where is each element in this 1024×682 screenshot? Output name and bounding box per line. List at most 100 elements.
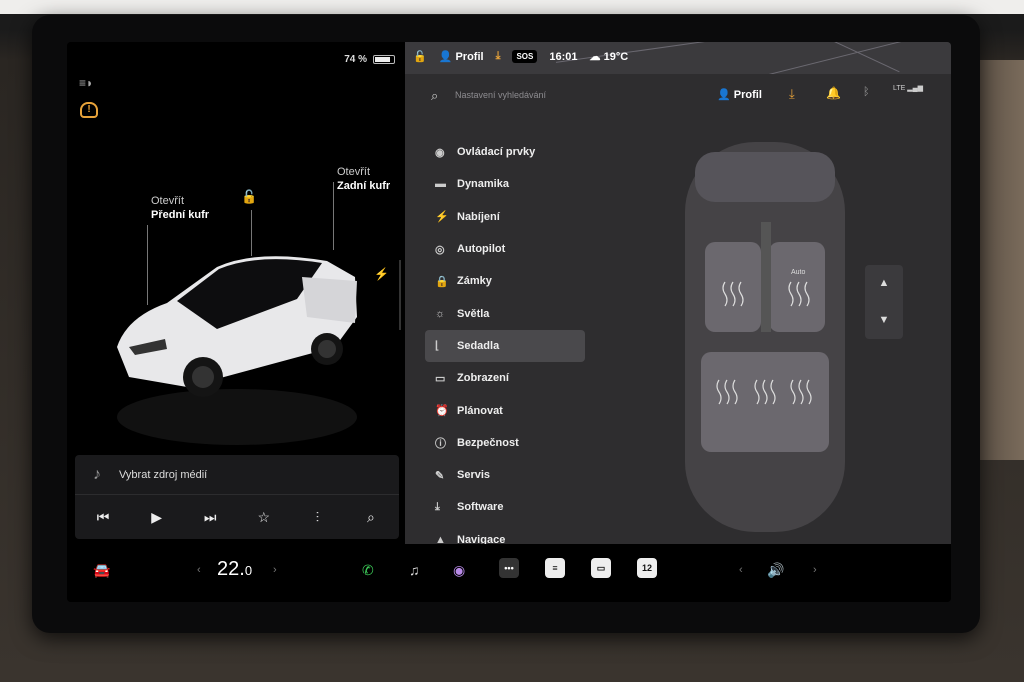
cabin-temperature[interactable]: 22.0 [217, 558, 252, 581]
battery-icon [373, 55, 395, 64]
settings-menu-label: Sedadla [457, 339, 500, 352]
settings-menu-item-wrench[interactable]: ✎ Servis [425, 459, 585, 491]
toggle-icon: ◉ [435, 146, 445, 159]
alarm-icon: ⏰ [435, 405, 449, 418]
notification-bell-icon[interactable]: 🔔 [826, 86, 841, 100]
download-icon[interactable]: ⤓ [789, 86, 795, 102]
settings-menu-label: Zámky [457, 275, 492, 288]
settings-menu-item-display[interactable]: ▭ Zobrazení [425, 362, 585, 394]
display-icon: ▭ [435, 372, 446, 385]
media-controls: ⏮ ▶ ⏭ ☆ ⫶ ⌕ [75, 495, 399, 539]
dashboard-wood-trim [974, 60, 1024, 460]
previous-track-icon[interactable]: ⏮ [91, 509, 115, 526]
frunk-action: Otevřít [151, 195, 185, 207]
settings-menu-item-sun[interactable]: ☼ Světla [425, 297, 585, 329]
sos-button[interactable]: SOS [512, 50, 538, 63]
volume-icon[interactable]: 🔊 [767, 562, 784, 579]
settings-menu-label: Servis [457, 469, 491, 482]
settings-menu-item-lock[interactable]: 🔒 Zámky [425, 265, 585, 297]
battery-percent: 74 % [344, 54, 367, 65]
settings-menu-item-steering-wheel[interactable]: ◎ Autopilot [425, 233, 585, 265]
bluetooth-icon[interactable]: ᛒ [863, 86, 870, 98]
search-icon[interactable]: ⌕ [431, 88, 438, 104]
battery-indicator: 74 % [344, 54, 395, 65]
map-road [708, 42, 942, 74]
settings-menu-label: Ovládací prvky [457, 146, 536, 159]
settings-menu-label: Software [457, 501, 504, 514]
favorite-star-icon[interactable]: ☆ [252, 509, 276, 526]
map-status-strip: 🔓 👤 Profil ⤓ SOS 16:01 ☁ 19°C [405, 42, 951, 74]
camera-icon[interactable]: ◉ [453, 562, 465, 579]
car-status-pane: 74 % ≡◗ ! Otevřít Přední kufr Otevřít Za… [67, 42, 405, 544]
settings-search-input[interactable]: Nastavení vyhledávání [455, 90, 546, 100]
volume-up-chevron-icon[interactable]: › [813, 564, 817, 576]
settings-menu-item-bolt[interactable]: ⚡ Nabíjení [425, 201, 585, 233]
settings-menu-item-toggle[interactable]: ◉ Ovládací prvky [425, 136, 585, 168]
unlock-icon[interactable]: 🔓 [241, 189, 257, 205]
profile-button[interactable]: 👤 Profil [717, 88, 762, 101]
steering-wheel-icon: ◎ [435, 243, 445, 256]
settings-menu-item-alarm[interactable]: ⏰ Plánovat [425, 394, 585, 426]
sun-icon: ☼ [435, 307, 446, 320]
weather-temp: 19°C [603, 51, 629, 63]
settings-menu-item-car[interactable]: ▬ Dynamika [425, 168, 585, 200]
settings-menu-item-download[interactable]: ⤓ Software [425, 491, 585, 523]
profile-status[interactable]: 👤 Profil [439, 50, 484, 63]
frunk-callout[interactable]: Otevřít Přední kufr [151, 194, 209, 222]
profile-status-label: Profil [455, 51, 484, 63]
touchscreen: 74 % ≡◗ ! Otevřít Přední kufr Otevřít Za… [67, 42, 951, 602]
settings-menu: ◉ Ovládací prvky ▬ Dynamika ⚡ Nabíjení ◎ Autopi… [425, 136, 585, 556]
chevron-up-icon[interactable]: ▲ [865, 265, 903, 302]
seat-auto-label[interactable]: Auto [791, 269, 806, 276]
lock-icon: 🔒 [435, 275, 449, 288]
settings-menu-label: Bezpečnost [457, 436, 519, 449]
calendar-icon[interactable]: 12 [637, 558, 657, 578]
calendar-day: 12 [641, 563, 652, 573]
settings-menu-item-seat[interactable]: ⌊ Sedadla [425, 329, 585, 363]
alert-icon: ⓘ [435, 437, 446, 450]
clock: 16:01 [549, 50, 578, 63]
profile-label: Profil [733, 89, 762, 101]
seat-scroll-arrows: ▲ ▼ [865, 265, 903, 339]
seat-heater-car-view: Auto [685, 142, 845, 532]
bolt-icon: ⚡ [435, 211, 449, 224]
media-search-icon[interactable]: ⌕ [359, 509, 383, 526]
temp-up-chevron-icon[interactable]: › [273, 564, 277, 576]
map-road [790, 42, 900, 73]
weather: ☁ 19°C [589, 51, 629, 63]
media-source-row[interactable]: ♪ Vybrat zdroj médií [75, 455, 399, 495]
frunk-label: Přední kufr [151, 209, 210, 221]
volume-down-chevron-icon[interactable]: ‹ [739, 564, 743, 576]
trunk-label: Zadní kufr [337, 180, 391, 192]
download-status-icon[interactable]: ⤓ [496, 50, 501, 63]
equalizer-icon[interactable]: ⫶ [305, 509, 329, 526]
documents-icon[interactable]: ▭ [591, 558, 611, 578]
chevron-down-icon[interactable]: ▼ [865, 302, 903, 339]
settings-pane: 🔓 👤 Profil ⤓ SOS 16:01 ☁ 19°C ⌕ Nastaven… [405, 42, 951, 546]
next-track-icon[interactable]: ⏭ [198, 509, 222, 526]
battery-fill [375, 57, 390, 62]
lock-status-icon[interactable]: 🔓 [413, 50, 427, 63]
play-icon[interactable]: ▶ [145, 509, 169, 526]
settings-menu-item-alert[interactable]: ⓘ Bezpečnost [425, 427, 585, 459]
seat-icon: ⌊ [435, 340, 440, 353]
charge-port-icon[interactable]: ⚡ [374, 267, 389, 281]
media-player: ♪ Vybrat zdroj médií ⏮ ▶ ⏭ ☆ ⫶ ⌕ [75, 455, 399, 539]
temp-down-chevron-icon[interactable]: ‹ [197, 564, 201, 576]
car-icon[interactable]: 🚘 [93, 562, 110, 579]
settings-menu-label: Plánovat [457, 404, 503, 417]
settings-menu-label: Světla [457, 307, 490, 320]
bottom-dock: 🚘 ‹ 22.0 › ✆ ♫ ◉ ••• ≡ ▭ 12 ‹ 🔊 › [67, 544, 951, 602]
settings-menu-label: Dynamika [457, 178, 509, 191]
status-bar: 🔓 👤 Profil ⤓ SOS 16:01 ☁ 19°C [413, 50, 628, 63]
pane-scrollbar[interactable] [399, 260, 401, 330]
tire-pressure-warning-icon: ! [80, 102, 98, 118]
headlight-icon: ≡◗ [79, 76, 94, 90]
car-3d-model [117, 256, 357, 445]
trunk-callout[interactable]: Otevřít Zadní kufr [337, 165, 390, 193]
notes-icon[interactable]: ≡ [545, 558, 565, 578]
phone-icon[interactable]: ✆ [362, 562, 374, 579]
car-icon: ▬ [435, 178, 446, 191]
music-icon[interactable]: ♫ [409, 562, 420, 578]
more-apps-icon[interactable]: ••• [499, 558, 519, 578]
